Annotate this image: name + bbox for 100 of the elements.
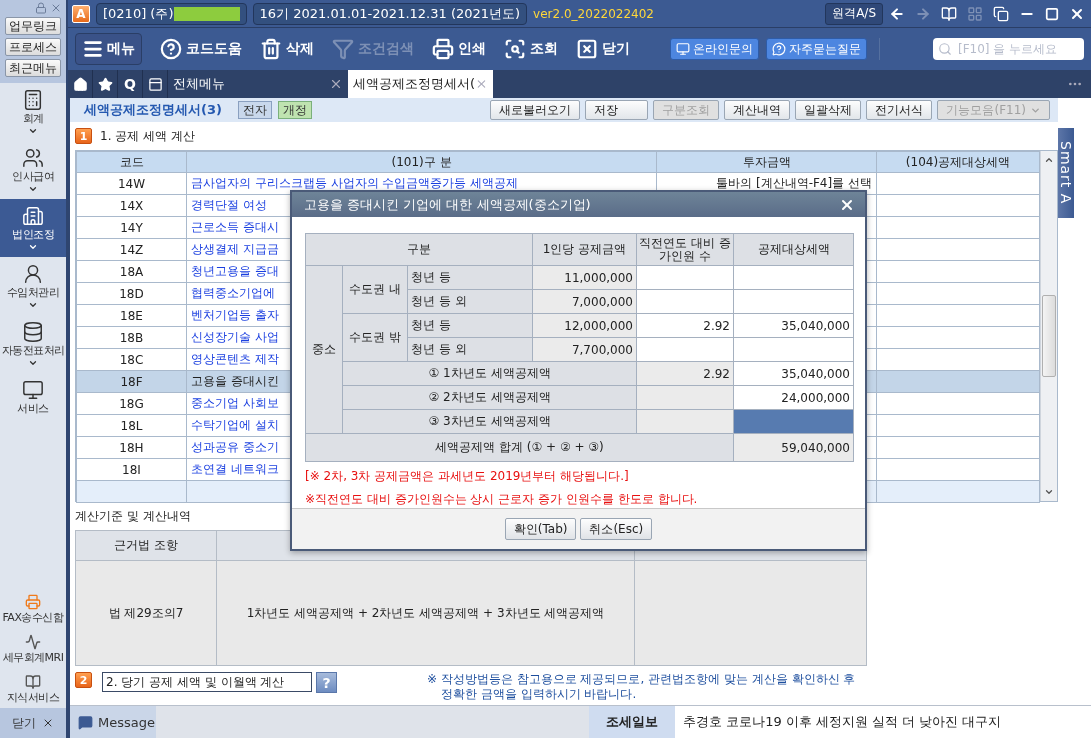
menu-icon: [82, 38, 104, 60]
search-icon: [938, 42, 952, 56]
code-cell: 14Z: [76, 238, 187, 261]
total-cell: 59,040,000: [733, 433, 854, 462]
company-field[interactable]: [0210] (주): [96, 2, 247, 25]
window-icon[interactable]: [147, 76, 163, 92]
tab[interactable]: 전체메뉴: [168, 70, 348, 98]
sidebar-close-button[interactable]: 닫기: [0, 708, 66, 738]
news-headline[interactable]: 추경호 코로나19 이후 세정지원 실적 더 낮아진 대구지: [675, 706, 1091, 738]
help-link-button[interactable]: 자주묻는질문: [766, 38, 867, 60]
per-person-cell: 7,000,000: [532, 289, 637, 314]
printer-icon: [432, 38, 454, 60]
column-header: (101)구 분: [186, 151, 657, 173]
target-cell[interactable]: [733, 265, 854, 290]
section-select-field[interactable]: 2. 당기 공제 세액 및 이월액 계산: [102, 672, 312, 692]
caret-icon: [28, 126, 38, 136]
target-cell[interactable]: [733, 409, 854, 434]
toolbar-button[interactable]: 삭제: [260, 38, 314, 60]
year-label-cell: ① 1차년도 세액공제액: [342, 361, 637, 386]
book-icon[interactable]: [941, 5, 957, 22]
target-cell[interactable]: [733, 289, 854, 314]
action-button[interactable]: 전기서식: [866, 100, 933, 120]
sidebar-item[interactable]: FAX송수신함: [0, 588, 66, 628]
action-button[interactable]: 계산내역: [724, 100, 791, 120]
maximize-icon[interactable]: [1045, 6, 1059, 21]
status-badge: 개정: [277, 101, 312, 119]
code-cell: 14X: [76, 194, 187, 217]
quick-link-button[interactable]: 최근메뉴: [5, 59, 61, 77]
chat-bubble-icon: [78, 714, 93, 730]
dialog-button[interactable]: 확인(Tab): [504, 518, 577, 541]
toolbar-button[interactable]: 닫기: [576, 38, 630, 60]
scrollbar-thumb[interactable]: [1042, 295, 1056, 377]
code-cell: 14Y: [76, 216, 187, 239]
target-cell[interactable]: 35,040,000: [733, 361, 854, 386]
status-badge: 전자: [237, 101, 272, 119]
code-cell: 18E: [76, 304, 187, 327]
sidebar-item[interactable]: 수임처관리: [0, 257, 66, 315]
menu-button[interactable]: 메뉴: [75, 33, 142, 65]
help-link-button[interactable]: 온라인문의: [670, 38, 759, 60]
close-icon: [42, 717, 54, 729]
search-field[interactable]: [F10] 을 누르세요: [933, 38, 1084, 60]
increase-cell[interactable]: 2.92: [636, 313, 734, 338]
redaction-block: [173, 6, 240, 21]
amount-cell: 툴바의 [계산내역-F4]를 선택: [716, 176, 872, 190]
page-title: 세액공제조정명세서(3): [84, 101, 222, 119]
tab[interactable]: 세액공제조정명세서(: [348, 70, 493, 98]
remote-support-button[interactable]: 원격A/S: [825, 2, 883, 25]
action-button[interactable]: 저장: [585, 100, 649, 120]
monitor-icon: [22, 379, 44, 401]
code-cell: 18A: [76, 260, 187, 283]
scroll-down-icon[interactable]: [1044, 487, 1054, 497]
section-title: 1. 공제 세액 계산: [100, 127, 195, 145]
column-header: 코드: [76, 151, 187, 173]
windows-icon[interactable]: [993, 5, 1009, 22]
target-cell[interactable]: 24,000,000: [733, 385, 854, 410]
per-person-cell: 7,700,000: [532, 337, 637, 362]
lock-icon[interactable]: [35, 2, 47, 14]
close-icon[interactable]: [329, 77, 343, 91]
quick-link-button[interactable]: 프로세스: [5, 38, 61, 56]
sidebar-item[interactable]: 서비스: [0, 373, 66, 425]
basis-cell: 1차년도 세액공제액 + 2차년도 세액공제액 + 3차년도 세액공제액: [216, 560, 635, 666]
sidebar-item[interactable]: 회계: [0, 83, 66, 141]
message-tab[interactable]: Message: [70, 706, 156, 738]
version-text: ver2.0_2022022402: [533, 6, 654, 21]
toolbar-button[interactable]: 코드도움: [160, 38, 242, 60]
warning-note: ※직전연도 대비 증가인원수는 상시 근로자 증가 인원수를 한도로 합니다.: [305, 491, 699, 509]
action-button[interactable]: 일괄삭제: [795, 100, 862, 120]
sidebar-item[interactable]: 자동전표처리: [0, 315, 66, 373]
increase-cell[interactable]: [636, 337, 734, 362]
sidebar-item[interactable]: 지식서비스: [0, 668, 66, 708]
home-icon[interactable]: [72, 76, 88, 92]
help-icon: [160, 38, 182, 60]
section-number: 2: [75, 672, 92, 688]
scrollbar[interactable]: [1040, 151, 1057, 501]
sidebar-item[interactable]: 법인조정: [0, 199, 66, 257]
sidebar-item[interactable]: 세무회계MRI: [0, 628, 66, 668]
period-field[interactable]: 16기 2021.01.01-2021.12.31 (2021년도): [252, 2, 528, 25]
target-cell[interactable]: [733, 337, 854, 362]
section-number: 1: [75, 128, 92, 144]
smart-side-tab[interactable]: Smart A: [1058, 128, 1074, 218]
action-button[interactable]: 새로불러오기: [490, 100, 581, 120]
column-header: 1인당 공제금액: [532, 233, 637, 266]
region-cell: 수도권 내: [342, 265, 408, 314]
toolbar-button[interactable]: 조회: [504, 38, 558, 60]
increase-cell[interactable]: [636, 289, 734, 314]
code-cell: 18C: [76, 348, 187, 371]
caret-icon: [28, 184, 38, 194]
quick-link-button[interactable]: 업무링크: [5, 17, 61, 35]
dialog-button[interactable]: 취소(Esc): [580, 518, 653, 541]
toolbar-button[interactable]: 인쇄: [432, 38, 486, 60]
sidebar-item[interactable]: 인사급여: [0, 141, 66, 199]
warning-note: [※ 2차, 3차 공제금액은 과세년도 2019년부터 해당됩니다.]: [305, 468, 630, 486]
star-icon[interactable]: [97, 76, 113, 92]
category-cell: 청년 등 외: [407, 337, 533, 362]
code-cell: 14W: [76, 172, 187, 195]
scroll-up-icon[interactable]: [1044, 155, 1054, 165]
app-logo: A: [72, 4, 90, 23]
caret-icon: [28, 358, 38, 368]
target-cell[interactable]: 35,040,000: [733, 313, 854, 338]
increase-cell[interactable]: [636, 265, 734, 290]
